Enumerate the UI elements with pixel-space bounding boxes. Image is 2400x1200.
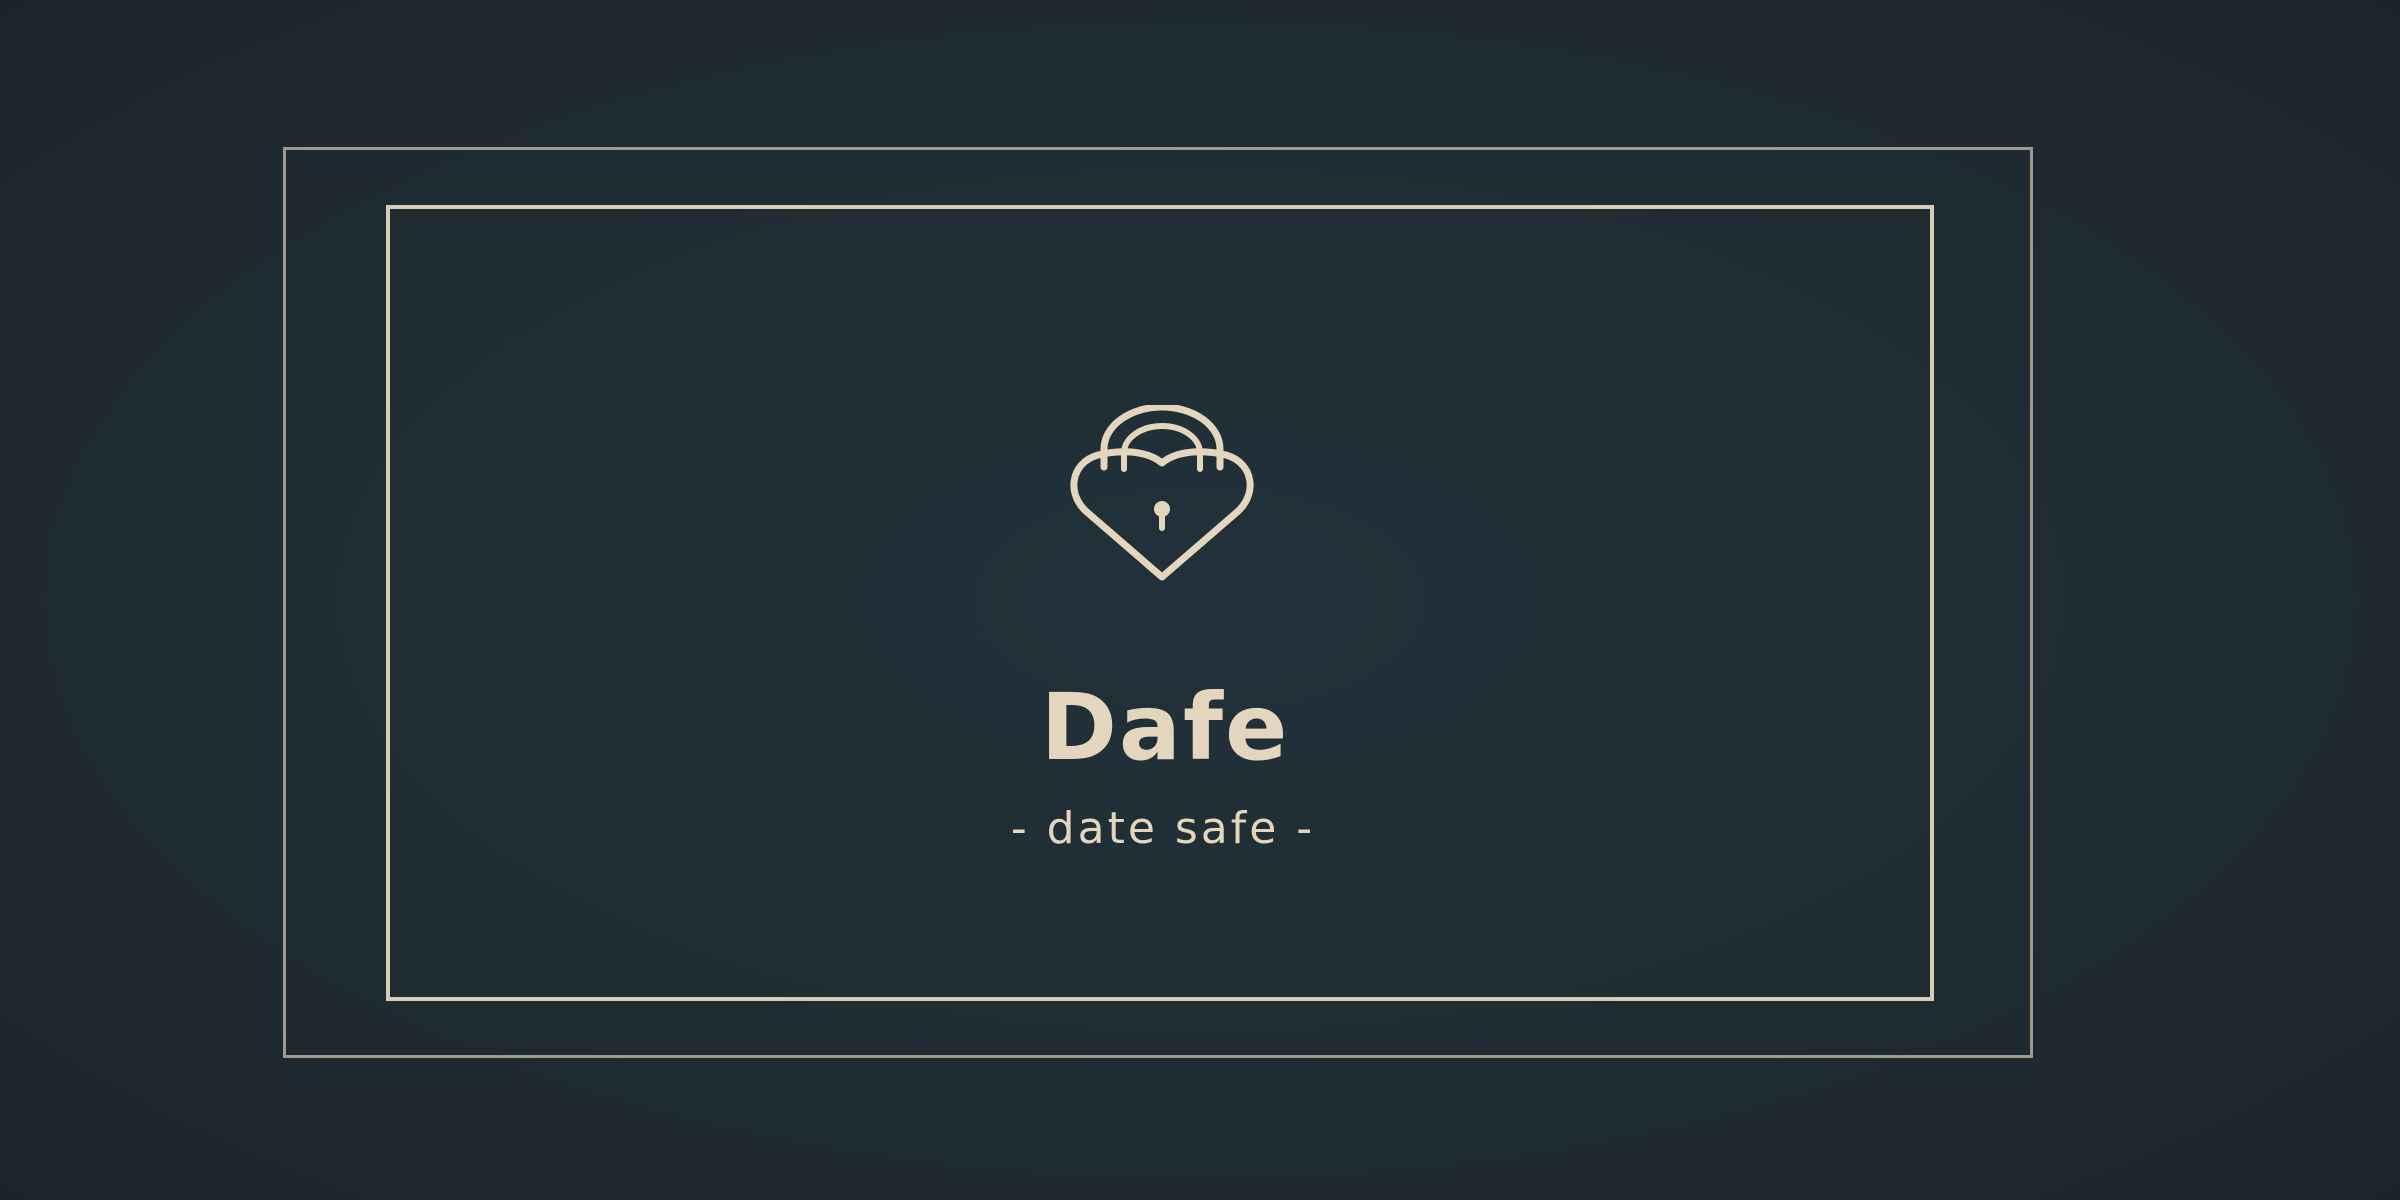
brand-tagline: - date safe - xyxy=(1010,803,1316,854)
brand-name: Dafe xyxy=(1040,674,1290,781)
heart-padlock-icon xyxy=(1070,405,1254,581)
inner-frame-border xyxy=(386,205,1934,1001)
